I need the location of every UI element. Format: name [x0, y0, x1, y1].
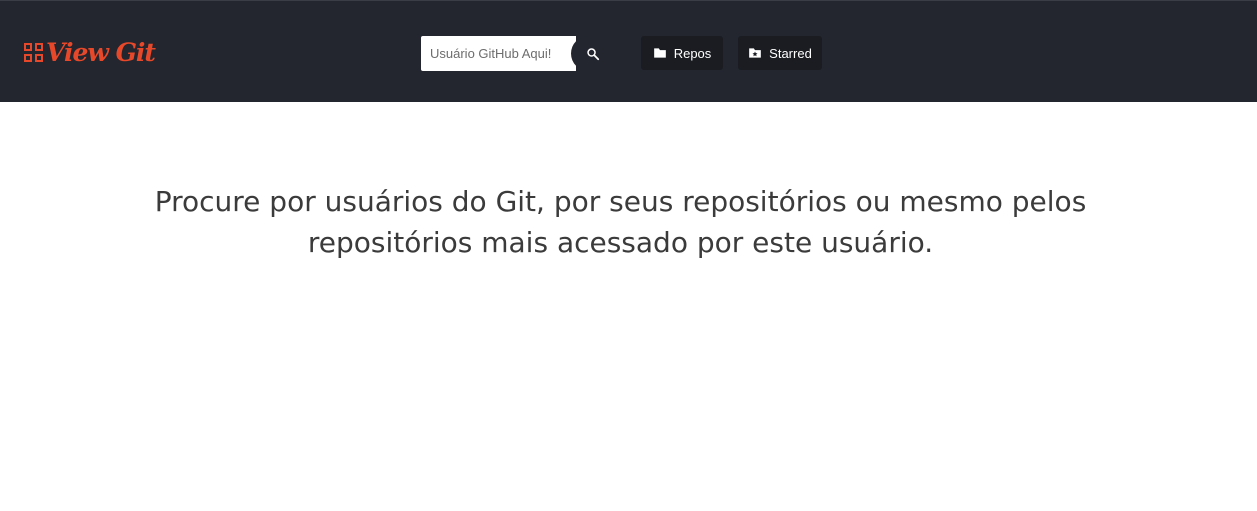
folder-star-icon — [749, 48, 762, 58]
search-input[interactable] — [421, 36, 576, 71]
repos-button-label: Repos — [673, 45, 712, 61]
repos-button[interactable]: Repos — [641, 36, 723, 70]
logo[interactable]: View Git — [24, 37, 156, 69]
folder-icon — [653, 48, 666, 58]
top-navbar: View Git Repos Starred — [0, 0, 1257, 102]
search-icon — [587, 47, 600, 60]
search-bar — [421, 36, 615, 71]
logo-text: View Git — [46, 38, 156, 67]
grid-icon — [24, 43, 44, 63]
welcome-message-line2: repositórios mais acessado por este usuá… — [307, 226, 934, 259]
search-button[interactable] — [571, 36, 615, 71]
welcome-message-line1: Procure por usuários do Git, por seus re… — [154, 185, 1087, 218]
welcome-message: Procure por usuários do Git, por seus re… — [0, 181, 1241, 263]
starred-button-label: Starred — [769, 45, 812, 61]
starred-button[interactable]: Starred — [738, 36, 822, 70]
